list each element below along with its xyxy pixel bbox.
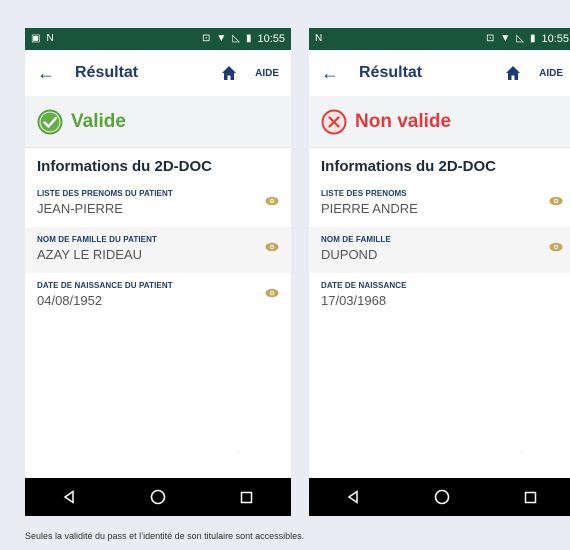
page-title: Résultat [359,64,423,81]
cross-circle-icon [321,109,347,134]
home-icon[interactable] [221,65,237,81]
field-label: NOM DE FAMILLE [321,235,391,244]
field-label: DATE DE NAISSANCE DU PATIENT [37,281,173,290]
field-first-names: LISTE DES PRENOMS PIERRE ANDRE [309,181,570,227]
phone-screen-invalid: N ⊡ ▼ ◺ ▮ 10:55 ← Résultat AIDE Non vali… [309,28,570,516]
back-arrow-icon[interactable]: ← [37,63,61,84]
nav-home-icon[interactable] [427,482,457,512]
field-label: DATE DE NAISSANCE [321,281,407,290]
info-content: Informations du 2D-DOC LISTE DES PRENOMS… [25,148,291,468]
field-value: PIERRE ANDRE [321,201,418,216]
app-bar: ← Résultat AIDE [309,50,570,96]
status-bar: ▣ N ⊡ ▼ ◺ ▮ 10:55 [25,28,291,50]
status-bar: N ⊡ ▼ ◺ ▮ 10:55 [309,28,570,50]
app-bar: ← Résultat AIDE [25,50,291,96]
back-arrow-icon[interactable]: ← [321,63,345,84]
caption-text: Seules la validité du pass et l’identité… [25,531,305,541]
nfc-icon: N [46,33,54,44]
phone-screen-valid: ▣ N ⊡ ▼ ◺ ▮ 10:55 ← Résultat AIDE Valide… [25,28,291,516]
field-first-names: LISTE DES PRENOMS DU PATIENT JEAN-PIERRE [25,181,291,227]
eye-icon[interactable] [265,288,279,298]
android-nav-bar [25,478,291,516]
nav-back-icon[interactable] [338,482,368,512]
field-label: LISTE DES PRENOMS DU PATIENT [37,189,173,198]
validation-status: Valide [25,96,291,148]
nav-recents-icon[interactable] [232,482,262,512]
eye-icon[interactable] [265,196,279,206]
field-value: DUPOND [321,247,378,262]
page-title: Résultat [75,64,139,81]
wifi-icon: ▼ [216,33,227,44]
field-last-name: NOM DE FAMILLE DU PATIENT AZAY LE RIDEAU [25,227,291,273]
status-text: Non valide [355,110,452,132]
info-content: Informations du 2D-DOC LISTE DES PRENOMS… [309,148,570,468]
battery-icon: ▮ [245,33,252,44]
signal-icon: ◺ [516,33,524,44]
signal-icon: ◺ [232,33,240,44]
nav-back-icon[interactable] [54,482,84,512]
field-value: 04/08/1952 [37,293,103,308]
field-value: 17/03/1968 [321,293,387,308]
validation-status: Non valide [309,96,570,148]
section-title: Informations du 2D-DOC [321,158,496,175]
eye-icon[interactable] [549,242,563,252]
battery-icon: ▮ [529,33,536,44]
field-birth-date: DATE DE NAISSANCE DU PATIENT 04/08/1952 [25,273,291,319]
nav-recents-icon[interactable] [516,482,546,512]
field-label: NOM DE FAMILLE DU PATIENT [37,235,157,244]
status-time: 10:55 [257,33,285,45]
nav-home-icon[interactable] [143,482,173,512]
section-title: Informations du 2D-DOC [37,158,212,175]
eye-icon[interactable] [265,242,279,252]
status-time: 10:55 [541,33,569,45]
field-value: JEAN-PIERRE [37,201,123,216]
help-button[interactable]: AIDE [255,68,279,79]
home-icon[interactable] [505,65,521,81]
field-birth-date: DATE DE NAISSANCE 17/03/1968 [309,273,570,319]
wifi-icon: ▼ [500,33,511,44]
notification-icon: ▣ [31,33,41,44]
help-button[interactable]: AIDE [539,68,563,79]
android-nav-bar [309,478,570,516]
field-last-name: NOM DE FAMILLE DUPOND [309,227,570,273]
vibrate-icon: ⊡ [485,33,495,44]
nfc-icon: N [315,33,323,44]
field-label: LISTE DES PRENOMS [321,189,407,198]
eye-icon[interactable] [549,196,563,206]
field-value: AZAY LE RIDEAU [37,247,142,262]
check-circle-icon [37,109,63,134]
vibrate-icon: ⊡ [201,33,211,44]
status-text: Valide [71,110,126,132]
